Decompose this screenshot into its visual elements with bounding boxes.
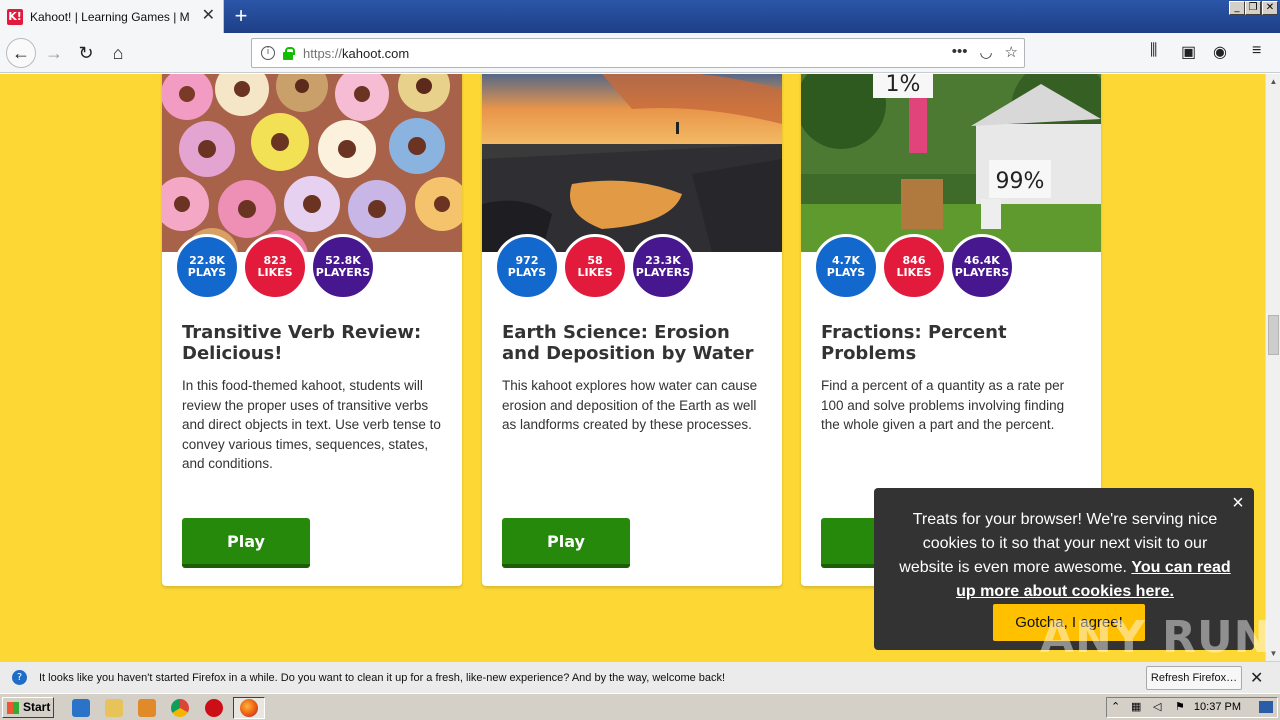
- donuts-image: [162, 74, 462, 252]
- menu-icon[interactable]: ≡: [1252, 42, 1261, 60]
- players-stat: 52.8K PLAYERS: [310, 234, 376, 300]
- scroll-up-icon[interactable]: ▲: [1266, 74, 1280, 89]
- clock: 10:37 PM: [1193, 701, 1241, 713]
- plays-stat: 972 PLAYS: [494, 234, 560, 300]
- likes-stat: 58 LIKES: [562, 234, 628, 300]
- plays-label: PLAYS: [507, 266, 547, 279]
- windows-logo-icon: [7, 702, 19, 714]
- tab-title: Kahoot! | Learning Games | Make L: [30, 9, 190, 24]
- card-description: This kahoot explores how water can cause…: [502, 378, 758, 432]
- tab-close-icon[interactable]: ✕: [202, 8, 215, 24]
- sign-1-percent: 1%: [886, 74, 921, 97]
- url-text[interactable]: https://kahoot.com: [303, 46, 409, 61]
- url-bar[interactable]: i https://kahoot.com ••• ◡ ☆: [251, 38, 1025, 68]
- reload-icon[interactable]: ↻: [72, 39, 100, 67]
- card-description: In this food-themed kahoot, students wil…: [182, 378, 441, 471]
- firefox-notification-bar: ? It looks like you haven't started Fire…: [0, 661, 1280, 693]
- plays-stat: 22.8K PLAYS: [174, 234, 240, 300]
- forward-arrow-icon[interactable]: →: [40, 39, 68, 67]
- likes-label: LIKES: [257, 266, 293, 279]
- anyrun-watermark: ANY RUN: [1040, 612, 1272, 663]
- volume-icon[interactable]: ◁: [1153, 700, 1161, 713]
- bookmark-star-icon[interactable]: ☆: [1005, 43, 1018, 61]
- play-button[interactable]: Play: [182, 518, 310, 568]
- media-player-icon[interactable]: [138, 699, 156, 717]
- system-tray: ⌃ ▦ ◁ ⚑ 10:37 PM: [1106, 697, 1278, 718]
- players-stat: 23.3K PLAYERS: [630, 234, 696, 300]
- pocket-icon[interactable]: ◡: [979, 43, 992, 61]
- browser-titlebar: K! Kahoot! | Learning Games | Make L ✕ +…: [0, 0, 1280, 33]
- show-desktop-icon[interactable]: [1259, 701, 1273, 713]
- likes-stat: 846 LIKES: [881, 234, 947, 300]
- notification-text: It looks like you haven't started Firefo…: [39, 671, 726, 684]
- players-label: PLAYERS: [315, 266, 371, 279]
- notification-close-icon[interactable]: ✕: [1250, 668, 1263, 688]
- new-tab-icon[interactable]: +: [229, 3, 253, 29]
- coastal-landscape-image: [482, 74, 782, 252]
- library-icon[interactable]: ⫼: [1150, 42, 1157, 60]
- network-icon[interactable]: ▦: [1131, 700, 1141, 713]
- flag-icon[interactable]: ⚑: [1175, 700, 1185, 713]
- kahoot-card: 972 PLAYS 58 LIKES 23.3K PLAYERS Earth S…: [482, 74, 782, 586]
- lock-icon: [282, 47, 295, 60]
- account-icon[interactable]: ◉: [1213, 42, 1227, 62]
- start-label: Start: [23, 700, 51, 714]
- site-info-icon[interactable]: i: [261, 46, 275, 60]
- sidebar-icon[interactable]: ▣: [1181, 42, 1196, 62]
- url-domain: kahoot.com: [342, 45, 410, 61]
- question-icon: ?: [12, 670, 27, 685]
- start-button[interactable]: Start: [2, 697, 54, 718]
- players-label: PLAYERS: [954, 266, 1010, 279]
- plays-label: PLAYS: [187, 266, 227, 279]
- chrome-icon[interactable]: [171, 699, 189, 717]
- card-title[interactable]: Earth Science: Erosion and Deposition by…: [502, 322, 767, 364]
- page-scrollbar[interactable]: ▲ ▼: [1265, 74, 1280, 661]
- navigation-bar: ← → ↻ ⌂ i https://kahoot.com ••• ◡ ☆ ⫼ ▣…: [0, 33, 1280, 73]
- scroll-thumb[interactable]: [1268, 315, 1279, 355]
- back-arrow-icon[interactable]: ←: [6, 38, 36, 68]
- opera-icon[interactable]: [205, 699, 223, 717]
- play-button[interactable]: Play: [502, 518, 630, 568]
- card-title[interactable]: Fractions: Percent Problems: [821, 322, 1086, 364]
- plays-label: PLAYS: [826, 266, 866, 279]
- kahoot-card: 22.8K PLAYS 823 LIKES 52.8K PLAYERS Tran…: [162, 74, 462, 586]
- players-stat: 46.4K PLAYERS: [949, 234, 1015, 300]
- kahoot-favicon-icon: K!: [7, 8, 23, 25]
- likes-label: LIKES: [577, 266, 613, 279]
- restore-icon[interactable]: ❐: [1245, 1, 1261, 15]
- folder-icon[interactable]: [105, 699, 123, 717]
- minimize-icon[interactable]: _: [1229, 1, 1245, 15]
- windows-taskbar: Start ⌃ ▦ ◁ ⚑ 10:37 PM: [0, 693, 1280, 720]
- browser-tab[interactable]: K! Kahoot! | Learning Games | Make L ✕: [0, 0, 224, 33]
- players-label: PLAYERS: [635, 266, 691, 279]
- likes-stat: 823 LIKES: [242, 234, 308, 300]
- firefox-taskbar-button[interactable]: [233, 697, 265, 719]
- home-icon[interactable]: ⌂: [104, 39, 132, 67]
- card-description: Find a percent of a quantity as a rate p…: [821, 378, 1065, 432]
- cookie-message: Treats for your browser! We're serving n…: [894, 508, 1236, 604]
- window-close-icon[interactable]: ✕: [1262, 1, 1278, 15]
- card-title[interactable]: Transitive Verb Review: Delicious!: [182, 322, 447, 364]
- internet-explorer-icon[interactable]: [72, 699, 90, 717]
- tray-expand-icon[interactable]: ⌃: [1111, 700, 1120, 713]
- plays-stat: 4.7K PLAYS: [813, 234, 879, 300]
- children-with-signs-image: 1% 99%: [801, 74, 1101, 252]
- url-prefix: https://: [303, 45, 343, 61]
- refresh-firefox-button[interactable]: Refresh Firefox…: [1146, 666, 1242, 690]
- firefox-icon: [240, 699, 258, 717]
- likes-label: LIKES: [896, 266, 932, 279]
- sign-2-percent: 99%: [996, 169, 1045, 194]
- page-actions-icon[interactable]: •••: [952, 43, 968, 61]
